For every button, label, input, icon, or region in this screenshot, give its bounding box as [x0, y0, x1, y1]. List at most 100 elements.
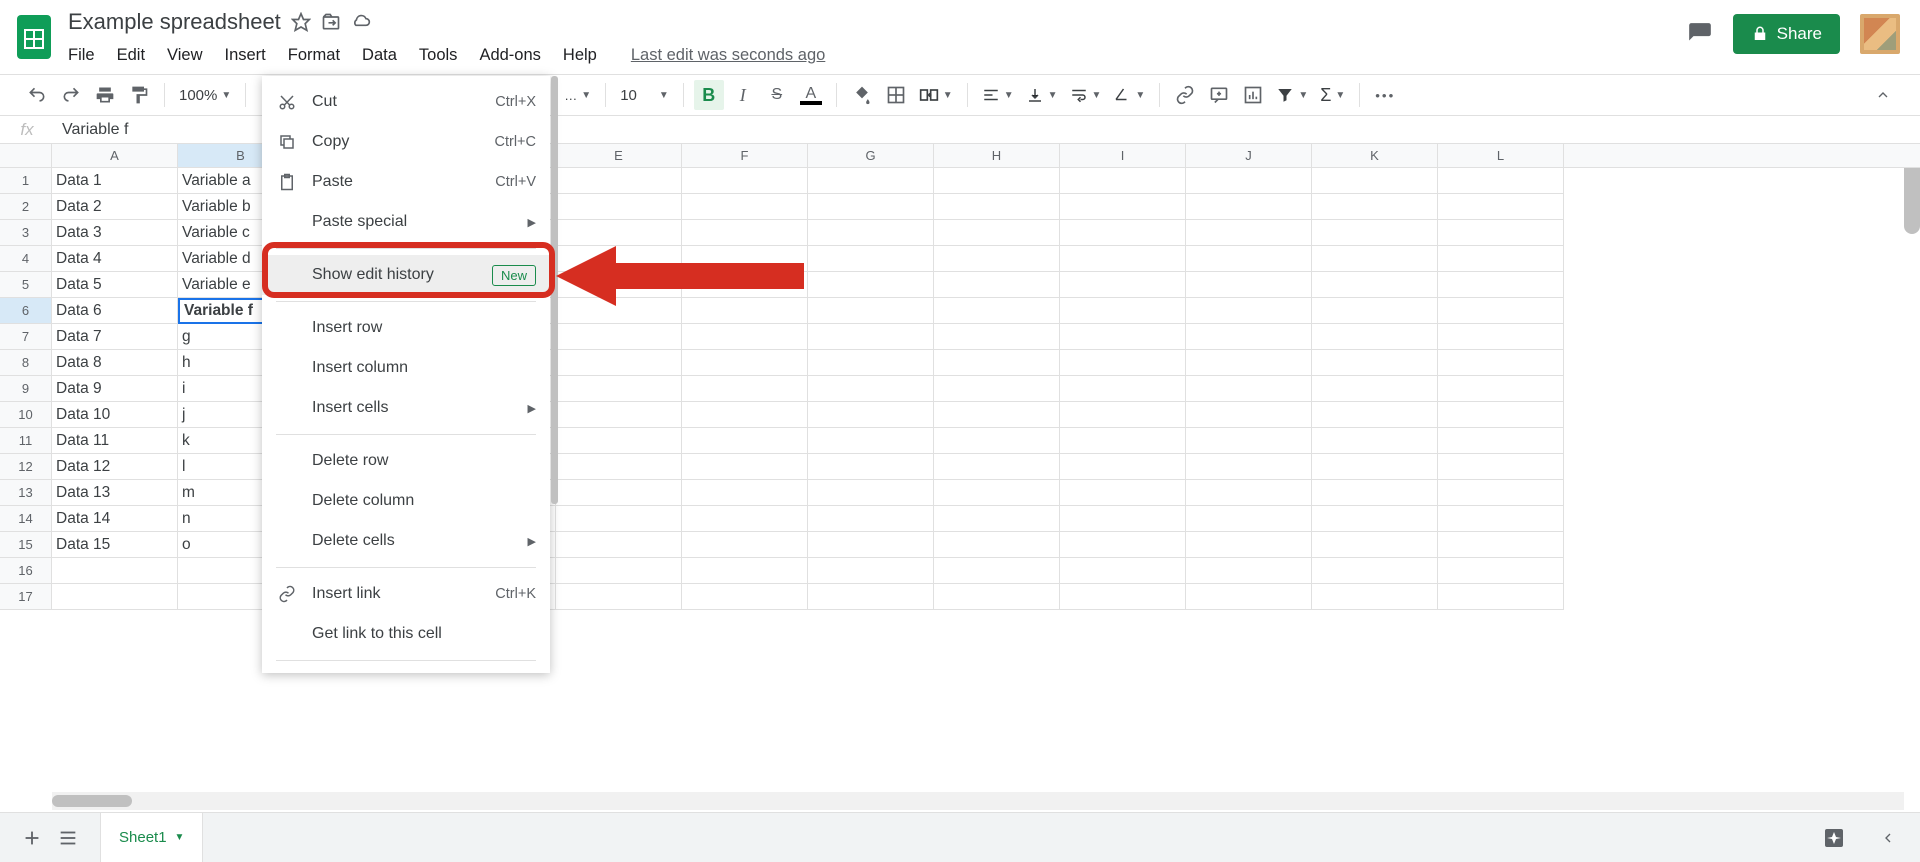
cell[interactable] — [934, 168, 1060, 194]
cell[interactable] — [808, 272, 934, 298]
cell[interactable] — [808, 558, 934, 584]
cell[interactable] — [934, 272, 1060, 298]
cell[interactable] — [1060, 272, 1186, 298]
cell[interactable] — [556, 168, 682, 194]
share-button[interactable]: Share — [1733, 14, 1840, 54]
cell[interactable] — [1312, 532, 1438, 558]
cell[interactable] — [934, 376, 1060, 402]
zoom-dropdown[interactable]: 100%▼ — [175, 80, 235, 110]
move-icon[interactable] — [321, 12, 341, 32]
cell[interactable] — [682, 272, 808, 298]
row-header[interactable]: 13 — [0, 480, 52, 506]
cell[interactable] — [682, 376, 808, 402]
cell[interactable] — [934, 480, 1060, 506]
cell[interactable] — [556, 480, 682, 506]
cell[interactable]: Data 1 — [52, 168, 178, 194]
functions-dropdown[interactable]: Σ▼ — [1316, 80, 1349, 110]
cell[interactable] — [52, 584, 178, 610]
cell[interactable] — [1060, 324, 1186, 350]
cell[interactable] — [934, 454, 1060, 480]
cell[interactable] — [934, 324, 1060, 350]
cell[interactable] — [1312, 376, 1438, 402]
cm-insert-link[interactable]: Insert link Ctrl+K — [262, 574, 550, 614]
cell[interactable] — [1438, 272, 1564, 298]
column-header-F[interactable]: F — [682, 144, 808, 167]
cell[interactable] — [556, 506, 682, 532]
more-button[interactable]: ••• — [1370, 80, 1400, 110]
cell[interactable] — [1312, 584, 1438, 610]
cell[interactable] — [808, 220, 934, 246]
cell[interactable]: Data 15 — [52, 532, 178, 558]
cell[interactable] — [556, 402, 682, 428]
cell[interactable] — [1060, 532, 1186, 558]
cm-show-edit-history[interactable]: Show edit history New — [262, 255, 550, 295]
cell[interactable] — [1186, 480, 1312, 506]
cm-delete-cells[interactable]: Delete cells▶ — [262, 521, 550, 561]
cell[interactable] — [808, 454, 934, 480]
cell[interactable] — [52, 558, 178, 584]
cell[interactable] — [1312, 324, 1438, 350]
cell[interactable] — [682, 220, 808, 246]
cell[interactable] — [682, 324, 808, 350]
strikethrough-button[interactable]: S — [762, 80, 792, 110]
row-header[interactable]: 14 — [0, 506, 52, 532]
borders-button[interactable] — [881, 80, 911, 110]
row-header[interactable]: 17 — [0, 584, 52, 610]
text-rotation-dropdown[interactable]: ▼ — [1109, 80, 1149, 110]
cell[interactable] — [1186, 584, 1312, 610]
row-header[interactable]: 3 — [0, 220, 52, 246]
cell[interactable] — [556, 298, 682, 324]
cell[interactable] — [1186, 506, 1312, 532]
cell[interactable] — [682, 480, 808, 506]
menu-format[interactable]: Format — [288, 46, 340, 65]
cell[interactable] — [1312, 298, 1438, 324]
cell[interactable] — [1060, 194, 1186, 220]
cell[interactable] — [1186, 402, 1312, 428]
cell[interactable] — [1186, 558, 1312, 584]
column-header-J[interactable]: J — [1186, 144, 1312, 167]
column-header-L[interactable]: L — [1438, 144, 1564, 167]
cell[interactable] — [1186, 194, 1312, 220]
cell[interactable] — [682, 168, 808, 194]
cell[interactable] — [1186, 454, 1312, 480]
undo-button[interactable] — [22, 80, 52, 110]
collapse-toolbar-button[interactable] — [1868, 80, 1898, 110]
cell[interactable]: Data 11 — [52, 428, 178, 454]
select-all-corner[interactable] — [0, 144, 52, 167]
cell[interactable] — [1186, 220, 1312, 246]
cell[interactable] — [934, 506, 1060, 532]
cell[interactable] — [1060, 402, 1186, 428]
cell[interactable] — [934, 246, 1060, 272]
bold-button[interactable]: B — [694, 80, 724, 110]
cell[interactable] — [1438, 220, 1564, 246]
cell[interactable] — [1438, 506, 1564, 532]
cell[interactable] — [1060, 376, 1186, 402]
cell[interactable] — [934, 220, 1060, 246]
column-header-G[interactable]: G — [808, 144, 934, 167]
cell[interactable]: Data 6 — [52, 298, 178, 324]
cm-paste-special[interactable]: Paste special ▶ — [262, 202, 550, 242]
cell[interactable] — [1312, 402, 1438, 428]
print-button[interactable] — [90, 80, 120, 110]
menu-help[interactable]: Help — [563, 46, 597, 65]
cell[interactable] — [1438, 402, 1564, 428]
sheet-tab-1[interactable]: Sheet1▼ — [100, 813, 203, 862]
explore-button[interactable] — [1816, 820, 1852, 856]
cell[interactable] — [934, 350, 1060, 376]
cell[interactable] — [934, 558, 1060, 584]
row-header[interactable]: 1 — [0, 168, 52, 194]
row-header[interactable]: 9 — [0, 376, 52, 402]
cm-paste[interactable]: Paste Ctrl+V — [262, 162, 550, 202]
cell[interactable] — [808, 168, 934, 194]
cell[interactable]: Data 7 — [52, 324, 178, 350]
cell[interactable] — [1438, 428, 1564, 454]
cell[interactable] — [682, 194, 808, 220]
row-header[interactable]: 10 — [0, 402, 52, 428]
cm-insert-row[interactable]: Insert row — [262, 308, 550, 348]
cell[interactable]: Data 14 — [52, 506, 178, 532]
cell[interactable] — [1060, 454, 1186, 480]
cell[interactable] — [1186, 532, 1312, 558]
cell[interactable] — [1438, 298, 1564, 324]
row-header[interactable]: 5 — [0, 272, 52, 298]
cell[interactable] — [1060, 168, 1186, 194]
